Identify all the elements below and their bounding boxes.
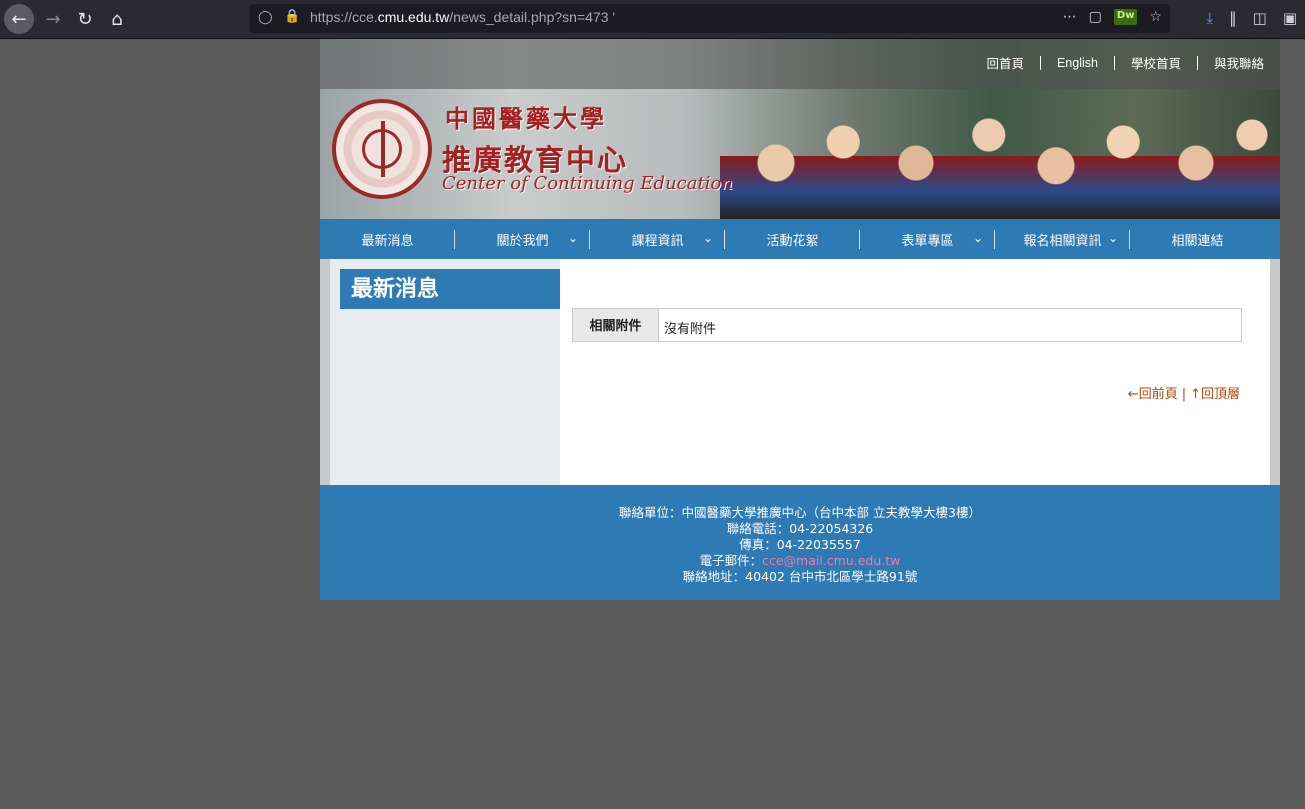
divider (1113, 55, 1115, 70)
nav-item-courses[interactable]: 課程資訊 ⌄ (590, 219, 725, 259)
url-text[interactable]: https://cce.cmu.edu.tw/news_detail.php?s… (310, 9, 615, 25)
download-icon[interactable]: ⤓ (1206, 9, 1213, 27)
chevron-down-icon: ⌄ (972, 231, 983, 245)
chevron-down-icon: ⌄ (1107, 231, 1118, 245)
nav-item-forms[interactable]: 表單專區 ⌄ (860, 219, 995, 259)
web-page: 回首頁 English 學校首頁 與我聯絡 中國醫藥大學 推廣教育中心 Cent… (320, 39, 1280, 600)
bookmark-star-icon[interactable]: ☆ (1149, 9, 1162, 25)
top-links: 回首頁 English 學校首頁 與我聯絡 (986, 53, 1264, 72)
nav-item-news[interactable]: 最新消息 (320, 219, 455, 259)
dreamweaver-extension-icon[interactable]: Dw (1113, 9, 1138, 25)
divider (1039, 55, 1041, 70)
divider: | (1181, 387, 1187, 402)
divider (1196, 55, 1198, 70)
nav-item-registration[interactable]: 報名相關資訊 ⌄ (995, 219, 1130, 259)
footer-email-label: 電子郵件： (699, 553, 763, 568)
university-seal-logo[interactable] (332, 99, 432, 199)
footer-contact-unit: 聯絡單位：中國醫藥大學推廣中心（台中本部 立夫教學大樓3樓） (619, 505, 981, 520)
footer-email-link[interactable]: cce@mail.cmu.edu.tw (762, 553, 900, 568)
home-icon[interactable]: ⌂ (102, 4, 132, 34)
sidebar: 最新消息 (330, 259, 560, 485)
site-header: 回首頁 English 學校首頁 與我聯絡 中國醫藥大學 推廣教育中心 Cent… (320, 39, 1280, 219)
footer-email-row: 電子郵件：cce@mail.cmu.edu.tw (320, 553, 1280, 569)
logo-university-name: 中國醫藥大學 (445, 104, 607, 133)
back-arrow-icon[interactable]: ← (4, 4, 34, 34)
page-nav-links: ←回前頁 | ↑回頂層 (1128, 383, 1240, 402)
top-link-contact[interactable]: 與我聯絡 (1214, 53, 1264, 72)
nav-item-about[interactable]: 關於我們 ⌄ (455, 219, 590, 259)
browser-toolbar: ← → ↻ ⌂ ◯ 🔒 https://cce.cmu.edu.tw/news_… (0, 0, 1305, 39)
top-link[interactable]: ↑回頂層 (1190, 387, 1240, 402)
footer-fax: 傳真：04-22035557 (739, 537, 861, 552)
more-actions-icon[interactable]: ⋯ (1063, 9, 1077, 25)
nav-item-links[interactable]: 相關連結 (1130, 219, 1265, 259)
main-nav: 最新消息 關於我們 ⌄ 課程資訊 ⌄ 活動花絮 表單專區 ⌄ 報名相關資訊 ⌄ 相關連結 (320, 219, 1280, 259)
attachment-table: 相關附件 沒有附件 (572, 308, 1242, 342)
sidebar-icon[interactable]: ◫ (1253, 9, 1267, 27)
caduceus-staff (381, 121, 385, 177)
reader-view-icon[interactable]: ▣ (1283, 9, 1297, 27)
library-icon[interactable]: ‖ (1229, 9, 1237, 27)
lock-icon[interactable]: 🔒 (284, 9, 300, 24)
back-link[interactable]: ←回前頁 (1128, 387, 1178, 402)
banner-photo (720, 79, 1280, 219)
footer-phone: 聯絡電話：04-22054326 (726, 521, 874, 536)
pocket-icon[interactable]: ▢ (1089, 9, 1102, 25)
shield-icon[interactable]: ◯ (258, 10, 273, 25)
content-area: 最新消息 相關附件 沒有附件 ←回前頁 | ↑回頂層 (320, 259, 1280, 485)
url-bar[interactable]: ◯ 🔒 https://cce.cmu.edu.tw/news_detail.p… (250, 4, 1170, 33)
forward-arrow-icon[interactable]: → (38, 4, 68, 34)
nav-item-gallery[interactable]: 活動花絮 (725, 219, 860, 259)
attachment-label: 相關附件 (573, 309, 659, 341)
main-content: 相關附件 沒有附件 ←回前頁 | ↑回頂層 (560, 259, 1270, 485)
site-footer: 聯絡單位：中國醫藥大學推廣中心（台中本部 立夫教學大樓3樓） 聯絡電話：04-2… (320, 485, 1280, 600)
attachment-value: 沒有附件 (664, 322, 717, 337)
top-link-school-home[interactable]: 學校首頁 (1131, 53, 1181, 72)
top-link-home[interactable]: 回首頁 (986, 53, 1024, 72)
sidebar-title: 最新消息 (340, 269, 560, 309)
logo-english-name: Center of Continuing Education (442, 173, 733, 194)
top-link-english[interactable]: English (1057, 56, 1098, 70)
chevron-down-icon: ⌄ (702, 231, 713, 245)
chevron-down-icon: ⌄ (567, 231, 578, 245)
reload-icon[interactable]: ↻ (70, 4, 100, 34)
footer-address: 聯絡地址：40402 台中市北區學士路91號 (682, 569, 918, 584)
